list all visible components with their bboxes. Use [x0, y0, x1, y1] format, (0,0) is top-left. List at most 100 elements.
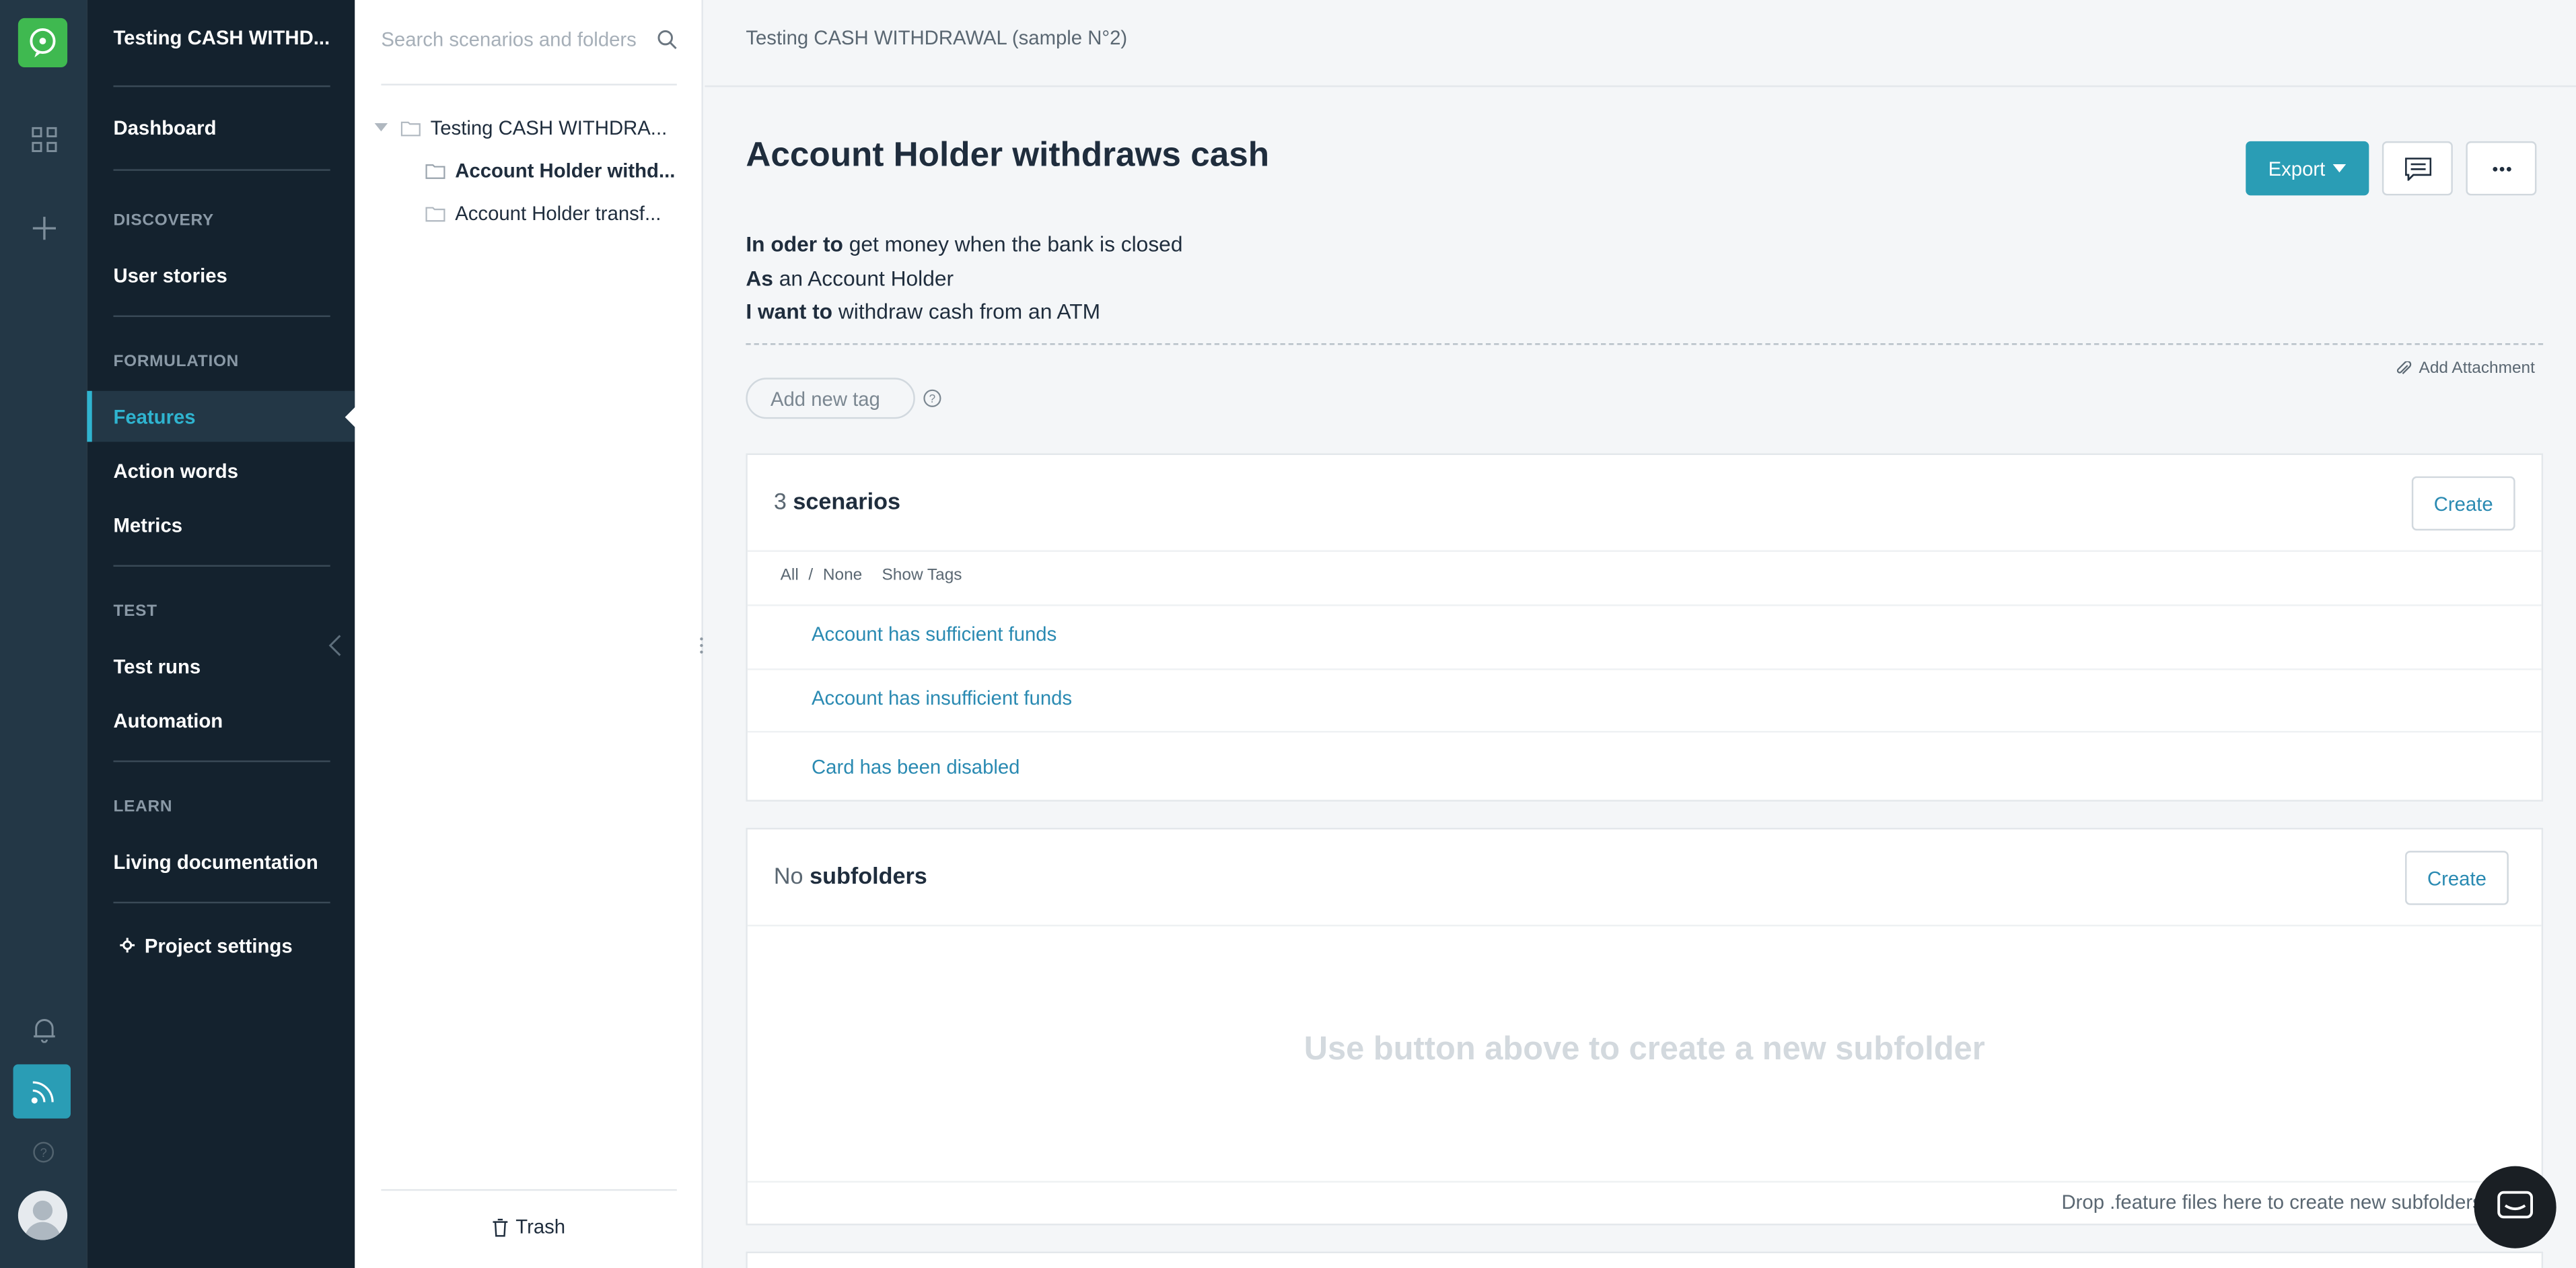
- subfolders-heading: No subfolders: [774, 862, 927, 888]
- help-icon[interactable]: ?: [0, 1141, 87, 1163]
- breadcrumb[interactable]: Testing CASH WITHDRAWAL (sample N°2): [746, 26, 1127, 49]
- icon-rail: ?: [0, 0, 87, 1268]
- trash-button[interactable]: Trash: [355, 1216, 703, 1238]
- nav-item-living-documentation[interactable]: Living documentation: [87, 836, 355, 887]
- drop-zone-message[interactable]: Drop .feature files here to create new s…: [2061, 1191, 2482, 1213]
- scenario-link[interactable]: Account has insufficient funds: [812, 686, 1072, 709]
- comments-button[interactable]: [2382, 141, 2453, 196]
- create-subfolder-button[interactable]: Create: [2405, 851, 2509, 905]
- story-keyword: In oder to: [746, 232, 843, 256]
- project-title[interactable]: Testing CASH WITHD...: [113, 26, 335, 49]
- section-test: TEST: [113, 602, 157, 621]
- plus-icon[interactable]: [0, 215, 87, 242]
- tree-search: [381, 0, 677, 85]
- nav-item-test-runs[interactable]: Test runs: [87, 641, 355, 692]
- search-input[interactable]: [381, 23, 644, 56]
- caret-down-icon: [2333, 164, 2347, 173]
- filter-none-link[interactable]: None: [823, 567, 862, 585]
- nav-divider: [113, 169, 330, 171]
- search-icon[interactable]: [657, 28, 677, 57]
- story-keyword: I want to: [746, 299, 833, 324]
- nav-item-metrics[interactable]: Metrics: [87, 499, 355, 551]
- feed-icon[interactable]: [13, 1064, 71, 1119]
- dashed-divider: [746, 343, 2544, 345]
- breadcrumb-bar: Testing CASH WITHDRAWAL (sample N°2): [705, 0, 2576, 87]
- tree-node-label: Account Holder withd...: [455, 159, 676, 182]
- help-circle-icon[interactable]: ?: [923, 386, 941, 415]
- story-line: As an Account Holder: [746, 266, 954, 291]
- scenario-link[interactable]: Account has sufficient funds: [812, 623, 1057, 645]
- paperclip-icon: [2397, 361, 2412, 376]
- story-text: withdraw cash from an ATM: [832, 299, 1101, 324]
- page-title[interactable]: Account Holder withdraws cash: [746, 137, 1269, 176]
- scenario-link[interactable]: Card has been disabled: [812, 756, 1019, 779]
- scenarios-card: 3 scenarios Create All / None Show Tags …: [746, 453, 2544, 802]
- nav-item-user-stories[interactable]: User stories: [87, 250, 355, 301]
- ellipsis-icon: [2491, 165, 2511, 172]
- story-keyword: As: [746, 266, 773, 291]
- show-tags-link[interactable]: Show Tags: [882, 567, 962, 585]
- divider: [747, 550, 2542, 552]
- nav-item-dashboard[interactable]: Dashboard: [87, 102, 355, 153]
- export-button[interactable]: Export: [2246, 141, 2369, 196]
- nav-divider: [113, 85, 330, 87]
- add-attachment-label: Add Attachment: [2419, 359, 2535, 378]
- more-options-button[interactable]: [2466, 141, 2537, 196]
- story-text: get money when the bank is closed: [843, 232, 1183, 256]
- nav-item-action-words[interactable]: Action words: [87, 445, 355, 496]
- trash-label: Trash: [515, 1215, 566, 1239]
- story-line: In oder to get money when the bank is cl…: [746, 232, 1182, 256]
- nav-item-project-settings[interactable]: Project settings: [87, 920, 355, 971]
- avatar[interactable]: [17, 1191, 68, 1240]
- export-label: Export: [2268, 157, 2326, 180]
- nav-item-features[interactable]: Features: [87, 390, 357, 442]
- section-discovery: DISCOVERY: [113, 211, 214, 230]
- tree-node[interactable]: Account Holder transf...: [425, 202, 688, 225]
- section-learn: LEARN: [113, 798, 173, 816]
- caret-down-icon[interactable]: [374, 123, 391, 133]
- scenario-count: 3: [773, 487, 787, 514]
- svg-text:?: ?: [40, 1146, 47, 1160]
- trash-icon: [493, 1218, 508, 1236]
- empty-subfolders-message: Use button above to create a new subfold…: [1303, 1031, 1985, 1068]
- divider: [747, 1181, 2542, 1183]
- svg-text:?: ?: [929, 392, 936, 405]
- subfolder-count: No: [773, 862, 803, 889]
- scenarios-heading: 3 scenarios: [774, 488, 900, 514]
- add-attachment-link[interactable]: Add Attachment: [2397, 359, 2535, 378]
- gear-icon: [120, 938, 135, 953]
- filter-separator: /: [808, 566, 814, 585]
- divider: [747, 924, 2542, 927]
- nav-divider: [113, 760, 330, 763]
- folder-icon: [425, 163, 445, 179]
- chat-launcher-icon[interactable]: [2474, 1166, 2556, 1248]
- filter-all-link[interactable]: All: [781, 567, 799, 585]
- story-text: an Account Holder: [773, 266, 954, 291]
- folder-icon: [425, 205, 445, 222]
- add-tag-input[interactable]: Add new tag: [746, 378, 915, 419]
- nav-divider: [113, 315, 330, 317]
- tree-node-root[interactable]: Testing CASH WITHDRA...: [374, 116, 687, 140]
- nav-divider: [113, 901, 330, 904]
- nav-item-automation[interactable]: Automation: [87, 695, 355, 746]
- divider: [381, 1189, 677, 1191]
- divider: [747, 730, 2542, 733]
- main-content: Testing CASH WITHDRAWAL (sample N°2) Acc…: [705, 0, 2576, 1268]
- tree-node-label: Testing CASH WITHDRA...: [430, 116, 668, 140]
- next-card: [746, 1251, 2544, 1268]
- collapse-chevron-icon[interactable]: [328, 634, 342, 665]
- folder-icon: [400, 120, 421, 137]
- tree-node-active[interactable]: Account Holder withd...: [425, 160, 688, 182]
- bell-icon[interactable]: [0, 1017, 87, 1043]
- main-nav: Testing CASH WITHD... Dashboard DISCOVER…: [87, 0, 357, 1268]
- create-scenario-button[interactable]: Create: [2411, 476, 2515, 531]
- story-line: I want to withdraw cash from an ATM: [746, 299, 1100, 324]
- scenario-filter: All / None Show Tags: [781, 567, 962, 585]
- grid-icon[interactable]: [0, 127, 87, 153]
- divider: [747, 668, 2542, 670]
- logo-icon[interactable]: [17, 17, 68, 68]
- nav-divider: [113, 565, 330, 567]
- folder-tree-panel: Testing CASH WITHDRA... Account Holder w…: [355, 0, 703, 1268]
- project-settings-label: Project settings: [144, 934, 293, 957]
- comment-icon: [2404, 157, 2431, 180]
